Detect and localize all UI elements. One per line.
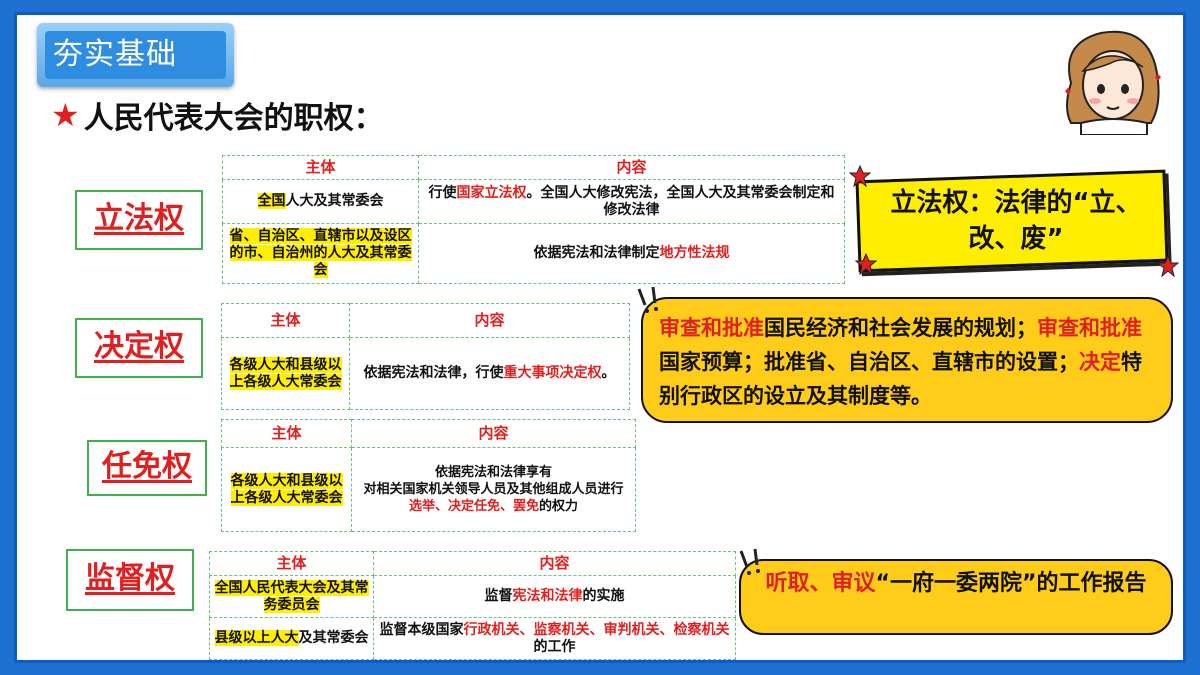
callout-text: 国家预算；批准省、自治区、直辖市的设置； — [659, 350, 1079, 374]
cartoon-girl-illustration — [1065, 30, 1161, 135]
section-tag-label: 夯实基础 — [45, 31, 226, 79]
content-key-term: 选举、决定任免、罢免 — [408, 499, 539, 514]
callout-text: “一府一委两院”的工作报告 — [875, 571, 1147, 596]
table-header-content: 内容 — [418, 155, 845, 180]
legislative-power-table: 主体 内容 全国人大及其常委会 行使国家立法权。全国人大修改宪法，全国人大及其常… — [222, 155, 845, 284]
table-header-subject: 主体 — [221, 419, 352, 448]
star-icon — [849, 165, 871, 187]
section-tag: 夯实基础 — [37, 23, 234, 87]
content-key-term: 重大事项决定权 — [503, 365, 602, 381]
callout-key-term: 审查和批准 — [1037, 316, 1142, 340]
appointment-power-table: 主体 内容 各级人大和县级以上各级人大常委会 依据宪法和法律享有 对相关国家机关… — [221, 419, 636, 532]
content-text: 的工作 — [533, 638, 576, 655]
table-row: 各级人大和县级以上各级人大常委会 依据宪法和法律，行使重大事项决定权。 — [221, 337, 630, 410]
appointment-power-label: 任免权 — [87, 440, 207, 496]
subject-highlight: 全国人民代表大会及其常务委员会 — [214, 579, 369, 613]
table-header-content: 内容 — [349, 303, 630, 338]
table-header-subject: 主体 — [221, 303, 350, 338]
content-text: 的实施 — [582, 588, 625, 604]
legislative-power-label: 立法权 — [75, 190, 203, 250]
callout-key-term: 决定 — [1079, 350, 1121, 374]
content-text: 行使 — [428, 184, 457, 201]
table-row: 全国人民代表大会及其常务委员会 监督宪法和法律的实施 — [209, 575, 736, 618]
table-row: 各级人大和县级以上各级人大常委会 依据宪法和法律享有 对相关国家机关领导人员及其… — [221, 447, 636, 532]
content-text: 依据宪法和法律制定 — [533, 245, 660, 261]
content-text: 的权力 — [539, 499, 579, 514]
star-icon: ★ — [51, 96, 80, 134]
subject-highlight: 各级人大和县级以上各级人大常委会 — [230, 472, 343, 506]
star-icon — [855, 253, 877, 275]
callout-key-term: 审查和批准 — [659, 316, 764, 340]
subject-text: 人大及其常委会 — [285, 193, 384, 209]
content-text: 监督本级国家 — [379, 621, 464, 638]
subject-highlight: 全国 — [257, 193, 286, 209]
content-text: 对相关国家机关领导人员及其他组成人员进行 — [363, 482, 624, 497]
table-header-content: 内容 — [373, 551, 736, 576]
content-text: 。 — [601, 365, 616, 381]
subject-highlight: 县级以上人大 — [214, 630, 299, 646]
callout-key-term: 听取、审议 — [765, 571, 876, 596]
content-key-term: 国家立法权 — [456, 184, 527, 201]
content-key-term: 宪法和法律 — [512, 588, 583, 604]
decision-power-label: 决定权 — [75, 318, 203, 378]
callout-text: 国民经济和社会发展的规划； — [764, 316, 1037, 340]
table-row: 全国人大及其常委会 行使国家立法权。全国人大修改宪法，全国人大及其常委会制定和修… — [222, 179, 845, 224]
content-text: 依据宪法和法律，行使 — [363, 365, 504, 381]
table-header-content: 内容 — [351, 419, 636, 448]
page-title: ★ 人民代表大会的职权： — [51, 95, 384, 136]
star-icon — [1157, 255, 1179, 277]
content-text: 监督 — [484, 588, 513, 604]
decision-callout: 审查和批准国民经济和社会发展的规划；审查和批准国家预算；批准省、自治区、直辖市的… — [641, 297, 1173, 423]
subject-highlight: 各级人大和县级以上各级人大常委会 — [229, 356, 342, 390]
exclamation-icon — [637, 286, 658, 313]
subject-text: 及其常委会 — [298, 630, 369, 646]
table-row: 县级以上人大及其常委会 监督本级国家行政机关、监察机关、审判机关、检察机关的工作 — [209, 617, 736, 660]
supervision-callout: 听取、审议“一府一委两院”的工作报告 — [739, 559, 1173, 635]
legislative-callout-text: 立法权：法律的“立、改、废” — [890, 188, 1142, 254]
content-key-term: 行政机关、监察机关、审判机关、检察机关 — [463, 621, 730, 638]
table-header-subject: 主体 — [222, 155, 419, 180]
table-header-subject: 主体 — [209, 551, 374, 576]
content-text: 依据宪法和法律享有 — [434, 465, 552, 480]
exclamation-icon — [739, 548, 760, 575]
slide-canvas: 夯实基础 ★ 人民代表大会的职权： 立法权 主体 内容 全国人大及其常委会 行使… — [14, 12, 1186, 663]
page-title-text: 人民代表大会的职权： — [83, 101, 384, 136]
subject-highlight: 省、自治区、直辖市以及设区的市、自治州的人大及其常委会 — [229, 228, 412, 278]
content-key-term: 地方性法规 — [659, 245, 730, 261]
decision-power-table: 主体 内容 各级人大和县级以上各级人大常委会 依据宪法和法律，行使重大事项决定权… — [221, 303, 630, 410]
supervision-power-label: 监督权 — [66, 549, 194, 611]
content-text: 。全国人大修改宪法，全国人大及其常委会制定和修改法律 — [526, 184, 835, 218]
supervision-power-table: 主体 内容 全国人民代表大会及其常务委员会 监督宪法和法律的实施 县级以上人大及… — [209, 551, 736, 660]
table-row: 省、自治区、直辖市以及设区的市、自治州的人大及其常委会 依据宪法和法律制定地方性… — [222, 223, 845, 284]
